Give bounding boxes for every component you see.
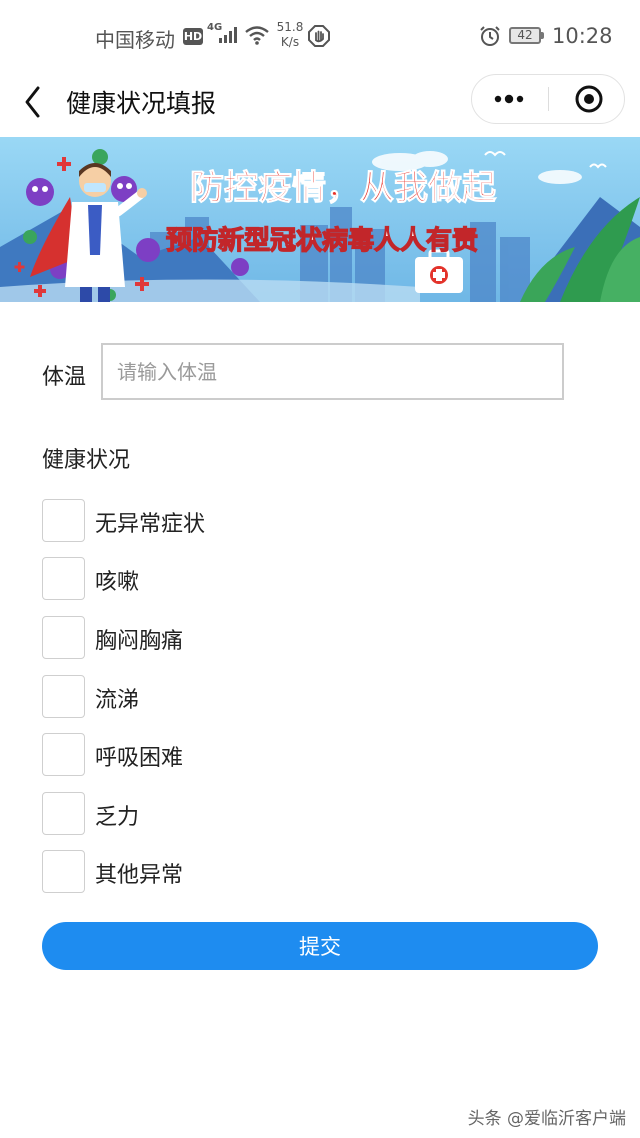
more-button[interactable] [472,75,549,123]
checkbox[interactable] [42,733,85,776]
back-icon [25,86,40,118]
option-label: 其他异常 [95,863,184,888]
more-icon [494,94,524,104]
option-label: 胸闷胸痛 [95,629,184,654]
option-no-symptoms[interactable]: 无异常症状 [42,499,442,543]
mini-program-capsule [471,74,625,124]
option-runny-nose[interactable]: 流涕 [42,675,442,719]
option-breathing-difficulty[interactable]: 呼吸困难 [42,733,442,777]
back-button[interactable] [18,82,48,122]
option-label: 呼吸困难 [95,746,184,771]
option-cough[interactable]: 咳嗽 [42,557,442,601]
status-bar: 中国移动 HD 4G 51.8 K/s 42 10:28 [0,0,640,74]
battery-tip [541,32,544,39]
first-aid-kit-icon [415,249,463,293]
checkbox[interactable] [42,499,85,542]
clock: 10:28 [552,24,613,48]
submit-button[interactable]: 提交 [42,922,598,970]
close-button[interactable] [550,75,625,123]
option-label: 咳嗽 [95,570,140,595]
option-other[interactable]: 其他异常 [42,850,442,894]
signal-icon [218,26,240,48]
checkbox[interactable] [42,850,85,893]
wifi-icon [244,25,270,49]
watermark: 头条 @爱临沂客户端 [467,1109,626,1129]
checkbox[interactable] [42,616,85,659]
hd-badge: HD [183,28,203,45]
alarm-icon [479,25,501,51]
battery-icon: 42 [509,27,541,44]
checkbox[interactable] [42,675,85,718]
epidemic-banner: 防控疫情，从我做起 预防新型冠状病毒人人有责 [0,137,640,302]
temperature-label: 体温 [42,365,87,390]
network-speed: 51.8 K/s [275,20,305,50]
nav-bar: 健康状况填报 [0,74,640,136]
hand-icon [308,25,330,51]
banner-headline: 防控疫情，从我做起 [190,168,497,208]
option-chest-pain[interactable]: 胸闷胸痛 [42,616,442,660]
checkbox[interactable] [42,557,85,600]
option-fatigue[interactable]: 乏力 [42,792,442,836]
health-status-title: 健康状况 [42,448,131,473]
network-speed-value: 51.8 [276,20,304,34]
option-label: 乏力 [95,805,140,830]
banner-subheadline: 预防新型冠状病毒人人有责 [166,225,478,256]
capsule-divider [548,87,549,111]
page-title: 健康状况填报 [66,89,217,118]
carrier-name: 中国移动 [95,28,175,52]
checkbox[interactable] [42,792,85,835]
option-label: 流涕 [95,688,140,713]
option-label: 无异常症状 [95,512,206,537]
close-target-icon [575,85,603,113]
network-speed-unit: K/s [280,35,300,49]
temperature-input[interactable] [101,343,564,400]
